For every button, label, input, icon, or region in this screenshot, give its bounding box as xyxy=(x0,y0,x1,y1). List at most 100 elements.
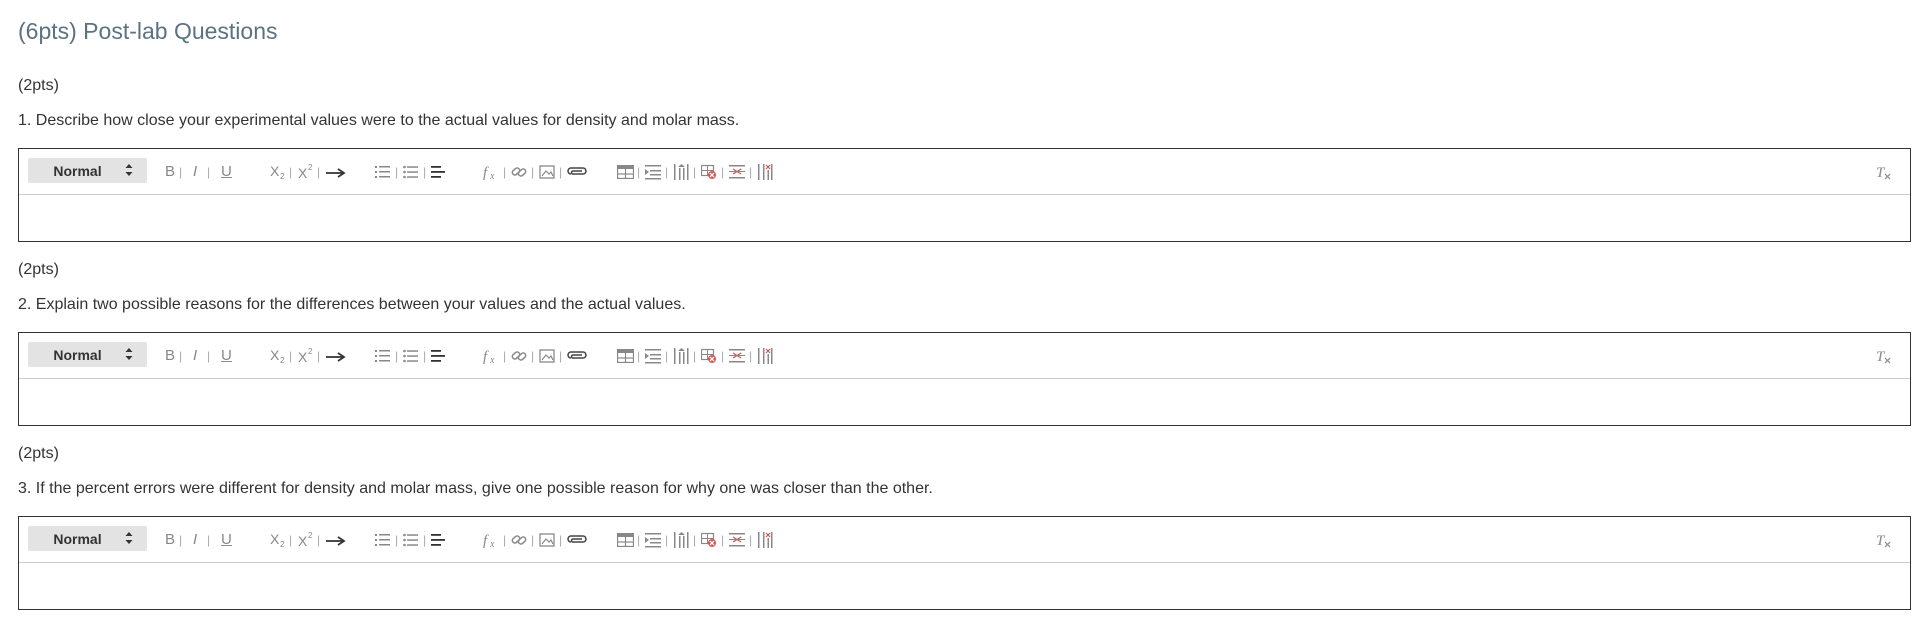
toolbar-separator: | xyxy=(531,164,535,179)
editor-body[interactable] xyxy=(19,195,1910,241)
select-arrows-icon xyxy=(125,347,133,361)
bullet-list-icon[interactable] xyxy=(403,517,419,562)
ordered-list-icon[interactable] xyxy=(375,517,391,562)
insert-column-icon[interactable] xyxy=(673,149,689,194)
table-icon[interactable] xyxy=(617,517,634,562)
arrow-icon[interactable] xyxy=(325,517,347,562)
toolbar-separator: | xyxy=(179,532,183,547)
toolbar-separator: | xyxy=(531,348,535,363)
superscript-icon[interactable]: X2 xyxy=(297,517,315,562)
toolbar-separator: | xyxy=(207,348,211,363)
insert-column-icon[interactable] xyxy=(673,517,689,562)
toolbar-separator: | xyxy=(395,164,399,179)
subscript-icon[interactable]: X2 xyxy=(269,149,287,194)
bullet-list-icon[interactable] xyxy=(403,333,419,378)
table-icon[interactable] xyxy=(617,149,634,194)
arrow-icon[interactable] xyxy=(325,149,347,194)
attachment-icon[interactable] xyxy=(567,333,589,378)
link-icon[interactable] xyxy=(511,517,527,562)
link-icon[interactable] xyxy=(511,149,527,194)
answer-editor: Normal B | I | U X 2 | X 2 | | | f x | | | | | | | | T xyxy=(18,148,1911,242)
bold-icon[interactable]: B xyxy=(165,333,175,378)
align-left-icon[interactable] xyxy=(431,517,447,562)
delete-column-icon[interactable] xyxy=(757,517,773,562)
toolbar-separator: | xyxy=(749,164,753,179)
formula-icon[interactable]: fx xyxy=(483,517,501,562)
subscript-icon[interactable]: X2 xyxy=(269,517,287,562)
delete-column-icon[interactable] xyxy=(757,333,773,378)
insert-row-icon[interactable] xyxy=(645,149,661,194)
ordered-list-icon[interactable] xyxy=(375,149,391,194)
toolbar-separator: | xyxy=(423,348,427,363)
toolbar-separator: | xyxy=(665,532,669,547)
delete-row-icon[interactable] xyxy=(729,333,745,378)
underline-icon[interactable]: U xyxy=(221,149,232,194)
svg-text:f: f xyxy=(483,533,489,549)
editor-body[interactable] xyxy=(19,563,1910,609)
toolbar-separator: | xyxy=(559,164,563,179)
superscript-icon[interactable]: X2 xyxy=(297,333,315,378)
format-select-label: Normal xyxy=(53,346,102,363)
svg-text:2: 2 xyxy=(280,540,285,549)
clear-format-icon[interactable]: T xyxy=(1875,149,1893,194)
toolbar-separator: | xyxy=(395,348,399,363)
italic-icon[interactable]: I xyxy=(193,149,197,194)
toolbar-separator: | xyxy=(423,532,427,547)
italic-icon[interactable]: I xyxy=(193,333,197,378)
clear-format-icon[interactable]: T xyxy=(1875,517,1893,562)
table-icon[interactable] xyxy=(617,333,634,378)
delete-table-icon[interactable] xyxy=(701,517,717,562)
format-select[interactable]: Normal xyxy=(28,342,147,367)
clear-format-icon[interactable]: T xyxy=(1875,333,1893,378)
align-left-icon[interactable] xyxy=(431,149,447,194)
page: (6pts) Post-lab Questions (2pts) 1. Desc… xyxy=(0,0,1920,628)
svg-text:X: X xyxy=(298,165,308,181)
section-title: (6pts) Post-lab Questions xyxy=(18,18,278,44)
italic-icon[interactable]: I xyxy=(193,517,197,562)
svg-text:X: X xyxy=(270,347,280,363)
ordered-list-icon[interactable] xyxy=(375,333,391,378)
attachment-icon[interactable] xyxy=(567,517,589,562)
delete-table-icon[interactable] xyxy=(701,149,717,194)
align-left-icon[interactable] xyxy=(431,333,447,378)
link-icon[interactable] xyxy=(511,333,527,378)
insert-row-icon[interactable] xyxy=(645,333,661,378)
svg-text:2: 2 xyxy=(308,531,313,540)
formula-icon[interactable]: fx xyxy=(483,149,501,194)
insert-row-icon[interactable] xyxy=(645,517,661,562)
image-icon[interactable] xyxy=(539,517,555,562)
format-select[interactable]: Normal xyxy=(28,158,147,183)
svg-text:2: 2 xyxy=(308,163,313,172)
underline-icon[interactable]: U xyxy=(221,333,232,378)
image-icon[interactable] xyxy=(539,149,555,194)
svg-text:X: X xyxy=(270,163,280,179)
insert-column-icon[interactable] xyxy=(673,333,689,378)
bold-icon[interactable]: B xyxy=(165,517,175,562)
toolbar-separator: | xyxy=(179,348,183,363)
toolbar-separator: | xyxy=(423,164,427,179)
format-select[interactable]: Normal xyxy=(28,526,147,551)
superscript-icon[interactable]: X2 xyxy=(297,149,315,194)
delete-table-icon[interactable] xyxy=(701,333,717,378)
toolbar-separator: | xyxy=(693,532,697,547)
bullet-list-icon[interactable] xyxy=(403,149,419,194)
subscript-icon[interactable]: X2 xyxy=(269,333,287,378)
delete-row-icon[interactable] xyxy=(729,517,745,562)
delete-row-icon[interactable] xyxy=(729,149,745,194)
bold-icon[interactable]: B xyxy=(165,149,175,194)
delete-column-icon[interactable] xyxy=(757,149,773,194)
toolbar-separator: | xyxy=(289,164,293,179)
toolbar-separator: | xyxy=(637,164,641,179)
arrow-icon[interactable] xyxy=(325,333,347,378)
attachment-icon[interactable] xyxy=(567,149,589,194)
toolbar-separator: | xyxy=(207,532,211,547)
toolbar-separator: | xyxy=(749,348,753,363)
editor-body[interactable] xyxy=(19,379,1910,425)
underline-icon[interactable]: U xyxy=(221,517,232,562)
formula-icon[interactable]: fx xyxy=(483,333,501,378)
select-arrows-icon xyxy=(125,531,133,545)
toolbar-separator: | xyxy=(559,348,563,363)
image-icon[interactable] xyxy=(539,333,555,378)
toolbar-separator: | xyxy=(721,164,725,179)
svg-text:X: X xyxy=(298,349,308,365)
